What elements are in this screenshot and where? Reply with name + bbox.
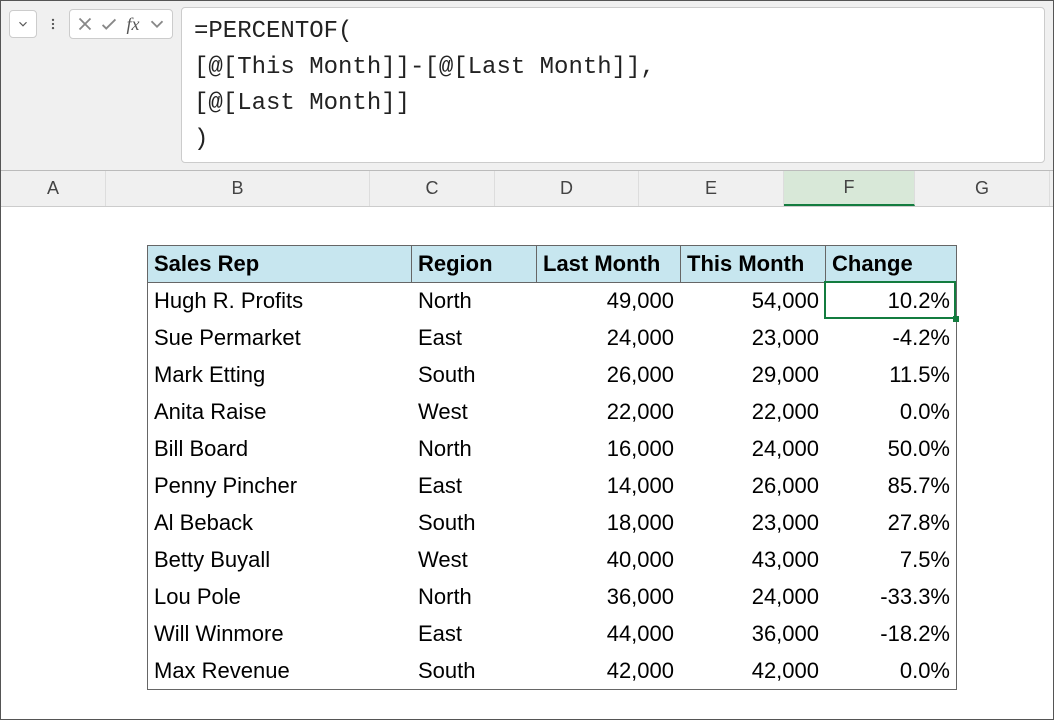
cell[interactable]: 22,000: [681, 394, 826, 431]
cell[interactable]: East: [412, 468, 537, 505]
table-header-cell[interactable]: This Month: [681, 246, 826, 283]
table-header-cell[interactable]: Last Month: [537, 246, 681, 283]
cell[interactable]: 24,000: [681, 579, 826, 616]
cell[interactable]: South: [412, 653, 537, 690]
worksheet-area[interactable]: Sales RepRegionLast MonthThis MonthChang…: [1, 207, 1053, 247]
table-row: Max RevenueSouth42,00042,0000.0%: [148, 653, 957, 690]
formula-input[interactable]: =PERCENTOF( [@[This Month]]-[@[Last Mont…: [181, 7, 1045, 163]
cell[interactable]: Hugh R. Profits: [148, 283, 412, 320]
kebab-icon: [46, 17, 60, 31]
cell[interactable]: North: [412, 579, 537, 616]
column-header-d[interactable]: D: [495, 171, 639, 206]
cell[interactable]: 54,000: [681, 283, 826, 320]
cell[interactable]: 43,000: [681, 542, 826, 579]
cell[interactable]: 24,000: [681, 431, 826, 468]
cell[interactable]: 49,000: [537, 283, 681, 320]
column-header-b[interactable]: B: [106, 171, 370, 206]
cell[interactable]: -33.3%: [826, 579, 957, 616]
cell[interactable]: Max Revenue: [148, 653, 412, 690]
cell[interactable]: Bill Board: [148, 431, 412, 468]
cell[interactable]: 22,000: [537, 394, 681, 431]
table-row: Mark EttingSouth26,00029,00011.5%: [148, 357, 957, 394]
cell[interactable]: 7.5%: [826, 542, 957, 579]
table-bottom-border: [147, 689, 956, 690]
cell[interactable]: 27.8%: [826, 505, 957, 542]
cell[interactable]: North: [412, 431, 537, 468]
cell[interactable]: -4.2%: [826, 320, 957, 357]
formula-expand-button[interactable]: [146, 12, 168, 36]
table-row: Will WinmoreEast44,00036,000-18.2%: [148, 616, 957, 653]
cell[interactable]: 0.0%: [826, 653, 957, 690]
cancel-formula-button[interactable]: [74, 12, 96, 36]
cell[interactable]: 42,000: [537, 653, 681, 690]
column-header-a[interactable]: A: [1, 171, 106, 206]
table-row: Lou PoleNorth36,00024,000-33.3%: [148, 579, 957, 616]
column-header-e[interactable]: E: [639, 171, 784, 206]
cell[interactable]: 29,000: [681, 357, 826, 394]
fx-icon: fx: [127, 14, 140, 35]
table-row: Penny PincherEast14,00026,00085.7%: [148, 468, 957, 505]
cell[interactable]: 24,000: [537, 320, 681, 357]
column-header-g[interactable]: G: [915, 171, 1050, 206]
cell[interactable]: Will Winmore: [148, 616, 412, 653]
cell[interactable]: Al Beback: [148, 505, 412, 542]
insert-function-button[interactable]: fx: [122, 12, 144, 36]
cell[interactable]: 85.7%: [826, 468, 957, 505]
cell[interactable]: 40,000: [537, 542, 681, 579]
cell[interactable]: 10.2%: [826, 283, 957, 320]
cell[interactable]: Betty Buyall: [148, 542, 412, 579]
more-options-button[interactable]: [43, 10, 63, 38]
cell[interactable]: 36,000: [681, 616, 826, 653]
chevron-down-icon: [146, 13, 168, 35]
cell[interactable]: 0.0%: [826, 394, 957, 431]
cell[interactable]: Penny Pincher: [148, 468, 412, 505]
formula-bar: fx =PERCENTOF( [@[This Month]]-[@[Last M…: [1, 1, 1053, 171]
cell[interactable]: 11.5%: [826, 357, 957, 394]
cell[interactable]: Lou Pole: [148, 579, 412, 616]
cell[interactable]: 18,000: [537, 505, 681, 542]
table-header-cell[interactable]: Region: [412, 246, 537, 283]
check-icon: [98, 13, 120, 35]
cell[interactable]: Anita Raise: [148, 394, 412, 431]
cell[interactable]: North: [412, 283, 537, 320]
table-header-cell[interactable]: Sales Rep: [148, 246, 412, 283]
x-icon: [74, 13, 96, 35]
cell[interactable]: Sue Permarket: [148, 320, 412, 357]
table-row: Betty BuyallWest40,00043,0007.5%: [148, 542, 957, 579]
cell[interactable]: 44,000: [537, 616, 681, 653]
table-row: Hugh R. ProfitsNorth49,00054,00010.2%: [148, 283, 957, 320]
cell[interactable]: East: [412, 320, 537, 357]
table-header-cell[interactable]: Change: [826, 246, 957, 283]
cell[interactable]: -18.2%: [826, 616, 957, 653]
cell[interactable]: 50.0%: [826, 431, 957, 468]
cell[interactable]: 26,000: [537, 357, 681, 394]
column-header-f[interactable]: F: [784, 171, 915, 206]
cell[interactable]: 26,000: [681, 468, 826, 505]
accept-formula-button[interactable]: [98, 12, 120, 36]
column-headers: ABCDEFG: [1, 171, 1053, 207]
cell[interactable]: 23,000: [681, 320, 826, 357]
cell[interactable]: Mark Etting: [148, 357, 412, 394]
chevron-down-icon: [16, 17, 30, 31]
cell[interactable]: 36,000: [537, 579, 681, 616]
cell[interactable]: East: [412, 616, 537, 653]
cell[interactable]: 16,000: [537, 431, 681, 468]
table-row: Sue PermarketEast24,00023,000-4.2%: [148, 320, 957, 357]
table-row: Bill BoardNorth16,00024,00050.0%: [148, 431, 957, 468]
table-row: Al BebackSouth18,00023,00027.8%: [148, 505, 957, 542]
formula-bar-controls: fx: [9, 9, 173, 39]
cell[interactable]: West: [412, 394, 537, 431]
column-header-c[interactable]: C: [370, 171, 495, 206]
cell[interactable]: 14,000: [537, 468, 681, 505]
cell[interactable]: West: [412, 542, 537, 579]
formula-action-group: fx: [69, 9, 173, 39]
cell[interactable]: South: [412, 357, 537, 394]
name-box-dropdown[interactable]: [9, 10, 37, 38]
data-table: Sales RepRegionLast MonthThis MonthChang…: [147, 245, 957, 690]
cell[interactable]: 23,000: [681, 505, 826, 542]
cell[interactable]: South: [412, 505, 537, 542]
table-row: Anita RaiseWest22,00022,0000.0%: [148, 394, 957, 431]
cell[interactable]: 42,000: [681, 653, 826, 690]
table-header-row: Sales RepRegionLast MonthThis MonthChang…: [148, 246, 957, 283]
